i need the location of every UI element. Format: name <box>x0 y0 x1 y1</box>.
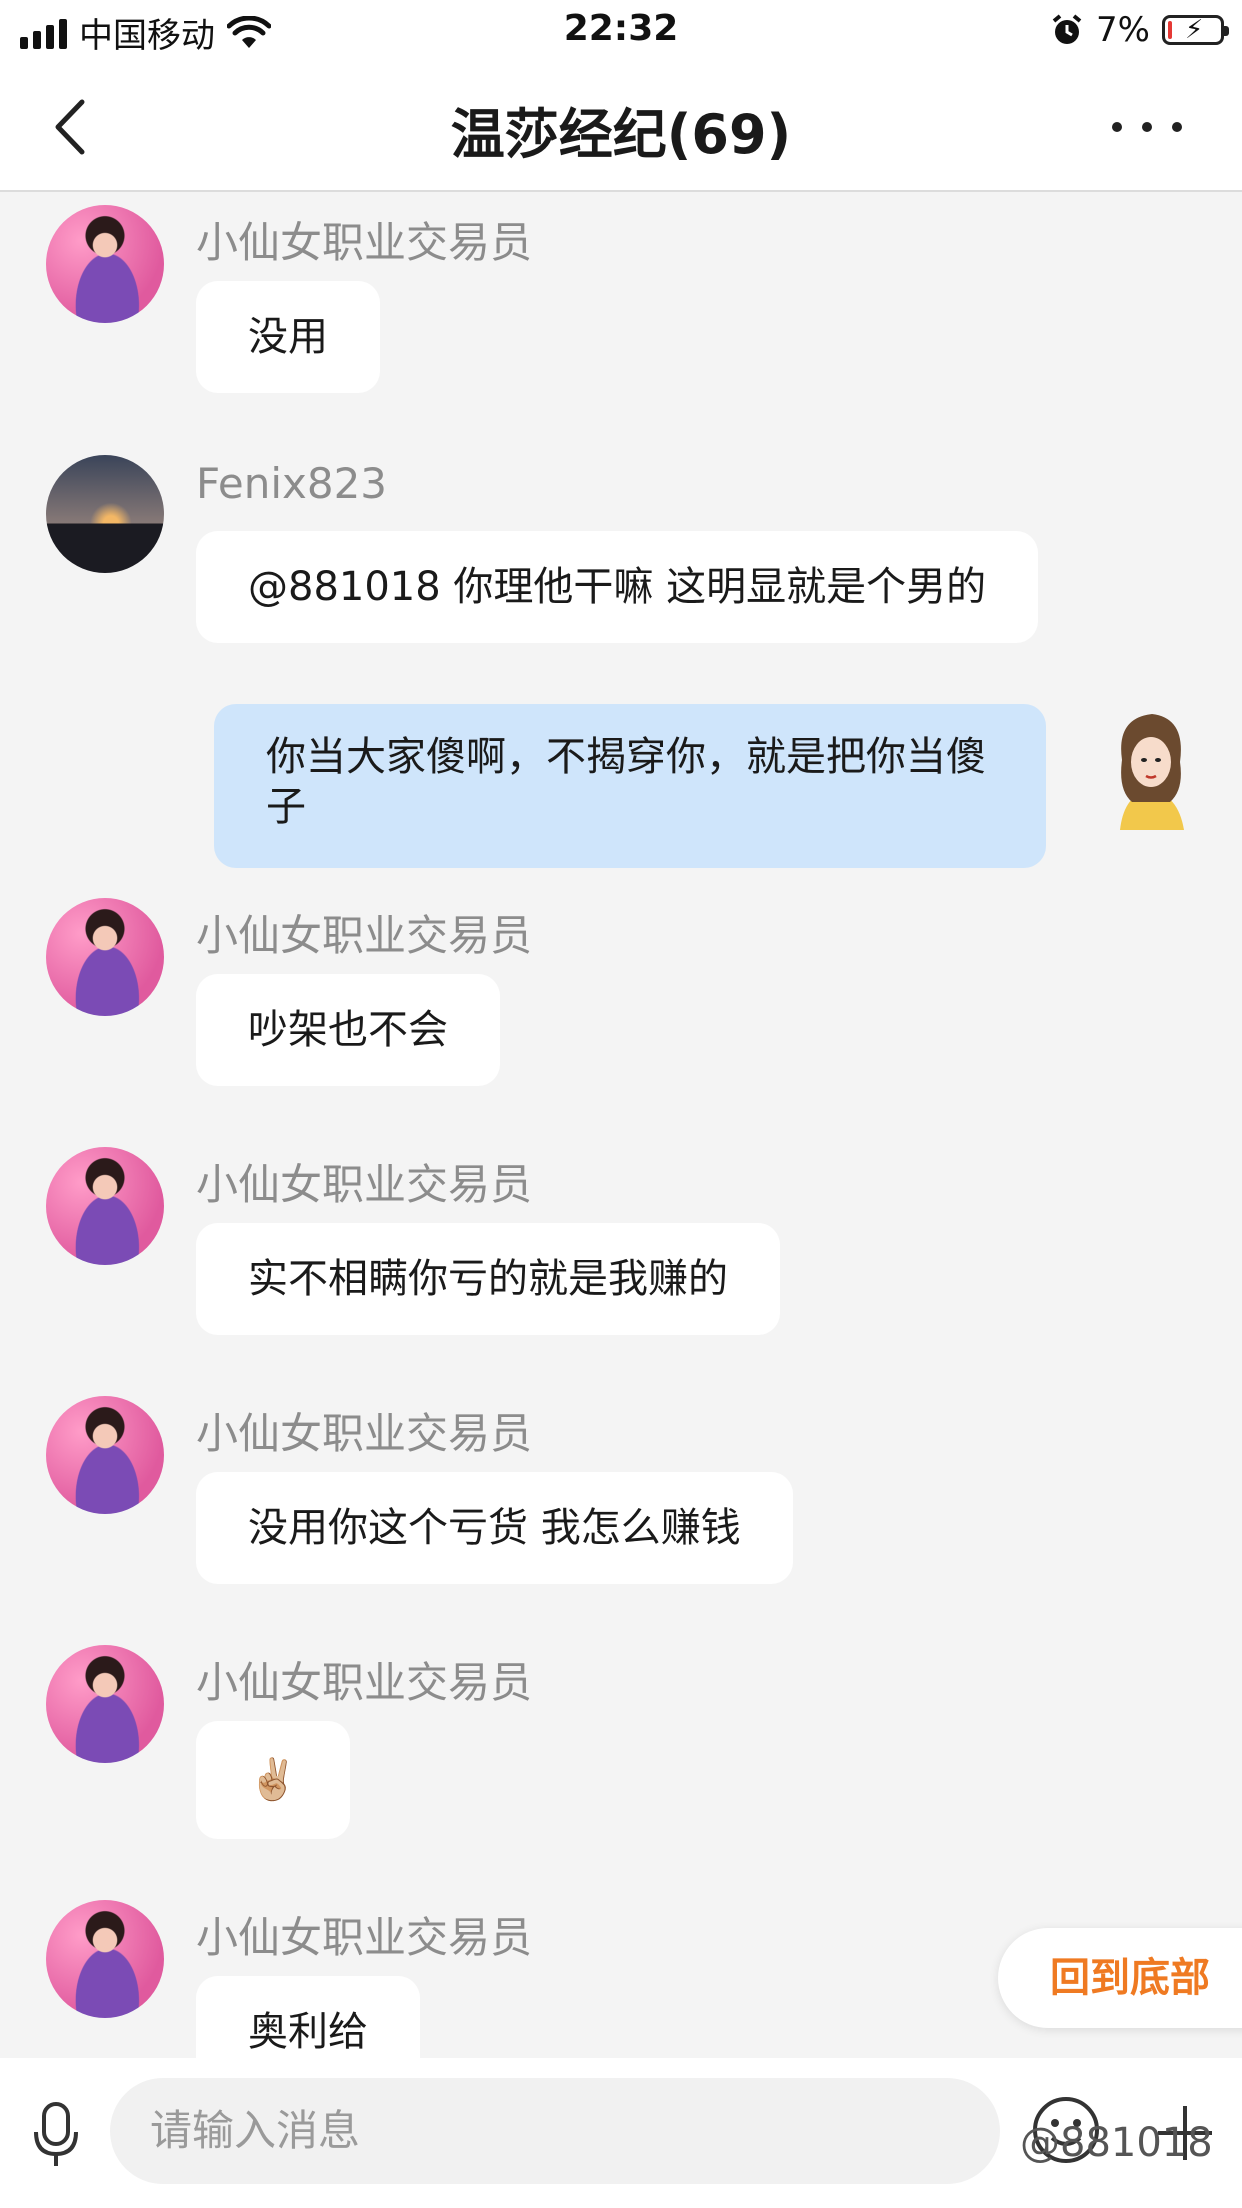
charging-bolt-icon: ⚡ <box>1185 15 1204 45</box>
message-bubble[interactable]: 没用 <box>196 281 380 393</box>
avatar[interactable] <box>46 898 164 1016</box>
microphone-icon[interactable] <box>32 2100 80 2170</box>
self-avatar[interactable] <box>1100 706 1200 830</box>
message-bubble[interactable]: ✌🏼 <box>196 1721 350 1839</box>
sender-name: 小仙女职业交易员 <box>196 1409 533 1458</box>
more-icon[interactable] <box>1102 102 1192 152</box>
back-to-bottom-button[interactable]: 回到底部 <box>998 1928 1242 2028</box>
sender-name: 小仙女职业交易员 <box>196 1913 533 1962</box>
avatar[interactable] <box>46 1147 164 1265</box>
sender-name: Fenix823 <box>196 459 388 508</box>
nav-bar: 温莎经纪(69) <box>0 62 1242 192</box>
battery-icon: ⚡ <box>1162 15 1229 45</box>
sender-name: 小仙女职业交易员 <box>196 1160 533 1209</box>
sender-name: 小仙女职业交易员 <box>196 1658 533 1707</box>
avatar[interactable] <box>46 205 164 323</box>
sender-name: 小仙女职业交易员 <box>196 218 533 267</box>
status-right: 7% ⚡ <box>1050 10 1229 50</box>
avatar[interactable] <box>46 1645 164 1763</box>
alarm-icon <box>1052 14 1082 44</box>
status-bar: 中国移动 22:32 7% ⚡ <box>0 0 1242 62</box>
battery-percent: 7% <box>1096 10 1150 50</box>
self-message-bubble[interactable]: 你当大家傻啊，不揭穿你，就是把你当傻子 <box>214 704 1046 868</box>
avatar[interactable] <box>46 1900 164 2018</box>
message-input[interactable]: 请输入消息 <box>110 2078 1000 2184</box>
message-bubble[interactable]: 没用你这个亏货 我怎么赚钱 <box>196 1472 793 1584</box>
message-bubble[interactable]: 实不相瞒你亏的就是我赚的 <box>196 1223 780 1335</box>
message-bubble[interactable]: @881018 你理他干嘛 这明显就是个男的 <box>196 531 1039 643</box>
message-bubble[interactable]: 吵架也不会 <box>196 974 500 1086</box>
avatar[interactable] <box>46 1396 164 1514</box>
sender-name: 小仙女职业交易员 <box>196 911 533 960</box>
avatar[interactable] <box>46 455 164 573</box>
watermark: @881018 <box>1020 2120 1213 2166</box>
chat-title: 温莎经纪(69) <box>450 103 792 166</box>
battery-level <box>1168 21 1172 39</box>
